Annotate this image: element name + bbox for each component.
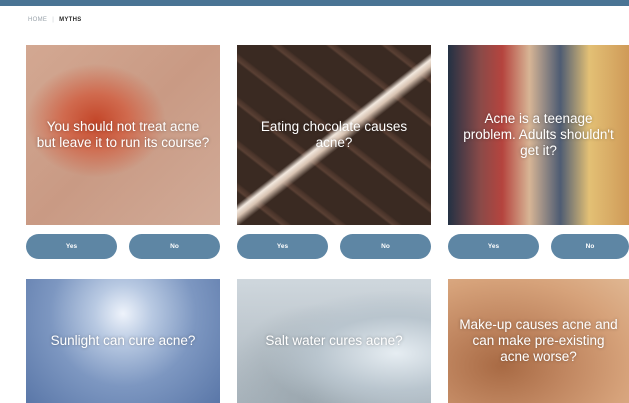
no-button[interactable]: No [551,234,629,259]
no-button[interactable]: No [340,234,431,259]
myth-card-6[interactable]: Make-up causes acne and can make pre-exi… [448,279,629,403]
myth-question: Salt water cures acne? [265,333,403,348]
myth-card-5[interactable]: Salt water cures acne? [237,279,431,403]
breadcrumb: HOME | MYTHS [28,17,82,23]
myth-card-4[interactable]: Sunlight can cure acne? [26,279,220,403]
myth-question: You should not treat acne but leave it t… [36,119,210,150]
yes-button[interactable]: Yes [448,234,539,259]
myth-question: Acne is a teenage problem. Adults should… [463,111,614,158]
breadcrumb-separator: | [52,17,55,23]
yes-button[interactable]: Yes [26,234,117,259]
myth-question: Sunlight can cure acne? [50,333,196,348]
no-button[interactable]: No [129,234,220,259]
breadcrumb-current: MYTHS [59,17,82,23]
myth-card-1[interactable]: You should not treat acne but leave it t… [26,45,220,225]
myth-question: Eating chocolate causes acne? [260,119,408,150]
myth-card-3[interactable]: Acne is a teenage problem. Adults should… [448,45,629,225]
myth-card-2[interactable]: Eating chocolate causes acne? [237,45,431,225]
myth-question: Make-up causes acne and can make pre-exi… [459,317,618,364]
yes-button[interactable]: Yes [237,234,328,259]
breadcrumb-home[interactable]: HOME [28,17,47,23]
top-bar [0,0,629,6]
